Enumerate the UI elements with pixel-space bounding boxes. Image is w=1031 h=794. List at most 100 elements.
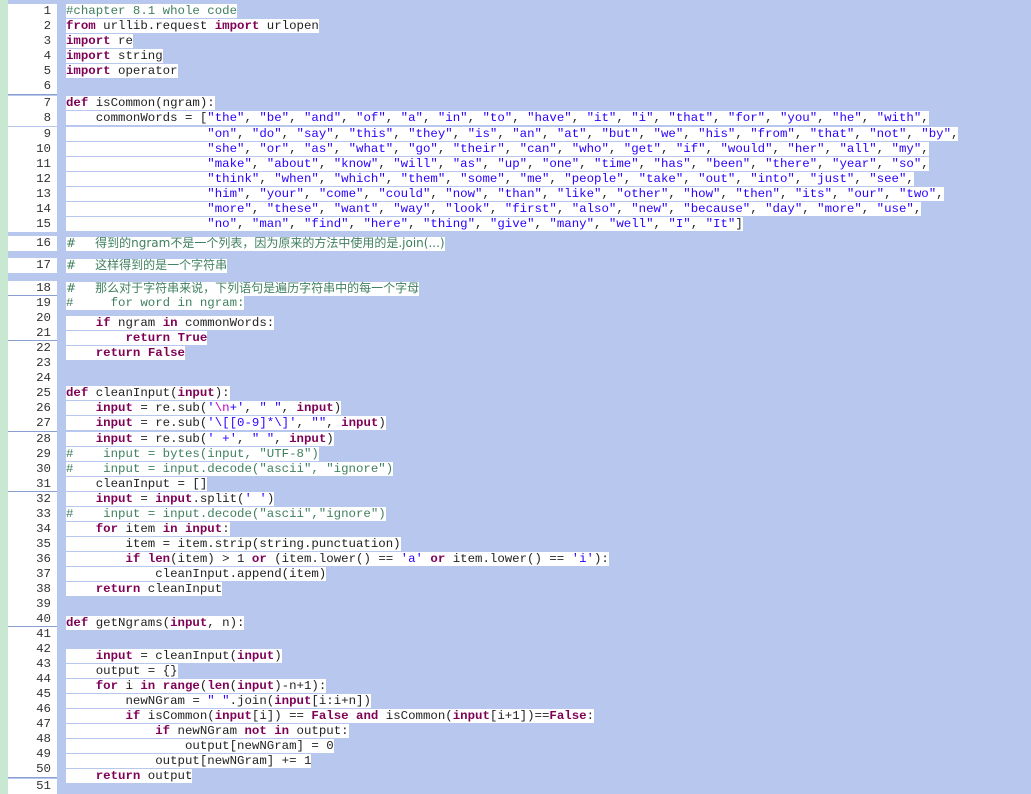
code-line[interactable]: for i in range(len(input)-n+1):: [66, 679, 327, 694]
line-number: 6: [8, 79, 57, 94]
line-number: 4: [8, 49, 57, 64]
code-line[interactable]: # input = bytes(input, "UTF-8"): [66, 447, 319, 462]
code-line[interactable]: commonWords = ["the", "be", "and", "of",…: [66, 111, 929, 126]
code-line[interactable]: def getNgrams(input, n):: [66, 616, 245, 631]
code-text: import string: [66, 49, 163, 63]
code-line[interactable]: "think", "when", "which", "them", "some"…: [66, 172, 914, 187]
line-number: 40: [8, 612, 57, 627]
line-number: 45: [8, 687, 57, 702]
code-line[interactable]: # input = input.decode("ascii","ignore"): [66, 507, 386, 522]
line-number: 38: [8, 582, 57, 597]
code-text: "she", "or", "as", "what", "go", "their"…: [66, 142, 929, 156]
line-number: 49: [8, 747, 57, 762]
line-number: 22: [8, 341, 57, 356]
code-line[interactable]: if isCommon(input[i]) == False and isCom…: [66, 709, 595, 724]
code-text: output[newNGram] += 1: [66, 754, 312, 768]
code-line[interactable]: return cleanInput: [66, 582, 223, 597]
code-line[interactable]: item = item.strip(string.punctuation): [66, 537, 401, 552]
code-line[interactable]: input = re.sub('\[[0-9]*\]', "", input): [66, 416, 386, 431]
line-number: 47: [8, 717, 57, 732]
line-number: 14: [8, 202, 57, 217]
code-line[interactable]: import operator: [66, 64, 178, 79]
code-line[interactable]: "no", "man", "find", "here", "thing", "g…: [66, 217, 743, 232]
line-number: 17: [8, 258, 57, 273]
code-line[interactable]: output[newNGram] += 1: [66, 754, 312, 769]
code-text: def isCommon(ngram):: [66, 96, 215, 110]
line-number: 33: [8, 507, 57, 522]
line-number: 26: [8, 401, 57, 416]
code-line[interactable]: "more", "these", "want", "way", "look", …: [66, 202, 922, 217]
line-number: 32: [8, 492, 57, 507]
line-number: 36: [8, 552, 57, 567]
code-line[interactable]: input = cleanInput(input): [66, 649, 282, 664]
code-line[interactable]: def isCommon(ngram):: [66, 96, 215, 111]
line-number: 35: [8, 537, 57, 552]
code-line[interactable]: newNGram = " ".join(input[i:i+n]): [66, 694, 371, 709]
code-line[interactable]: # 这样得到的是一个字符串: [66, 258, 228, 273]
code-text: input = re.sub('\[[0-9]*\]', "", input): [66, 416, 386, 430]
line-number: 20: [8, 311, 57, 326]
code-text: input = re.sub('\n+', " ", input): [66, 401, 342, 415]
code-text: input = input.split(' '): [66, 492, 275, 506]
code-line[interactable]: import string: [66, 49, 163, 64]
line-number: 28: [8, 432, 57, 447]
code-line[interactable]: "him", "your", "come", "could", "now", "…: [66, 187, 944, 202]
code-line[interactable]: # 得到的ngram不是一个列表，因为原来的方法中使用的是.join(...): [66, 236, 445, 251]
line-number: 13: [8, 187, 57, 202]
code-line[interactable]: for item in input:: [66, 522, 230, 537]
line-number: 25: [8, 386, 57, 401]
code-line[interactable]: cleanInput = []: [66, 477, 208, 492]
line-number: 34: [8, 522, 57, 537]
code-line[interactable]: import re: [66, 34, 133, 49]
code-text: #chapter 8.1 whole code: [66, 4, 238, 18]
code-editor[interactable]: 1 #chapter 8.1 whole code 2 from urllib.req…: [0, 0, 1031, 794]
code-line[interactable]: #chapter 8.1 whole code: [66, 4, 238, 19]
code-line[interactable]: input = input.split(' '): [66, 492, 275, 507]
code-line[interactable]: cleanInput.append(item): [66, 567, 327, 582]
gutter-separator: [8, 431, 57, 432]
code-line[interactable]: return output: [66, 769, 193, 784]
code-line[interactable]: def cleanInput(input):: [66, 386, 230, 401]
code-line[interactable]: "on", "do", "say", "this", "they", "is",…: [66, 127, 959, 142]
code-text: # 那么对于字符串来说，下列语句是遍历字符串中的每一个字母: [66, 281, 420, 296]
code-text: "him", "your", "come", "could", "now", "…: [66, 187, 944, 201]
code-line[interactable]: "make", "about", "know", "will", "as", "…: [66, 157, 929, 172]
code-text: commonWords = ["the", "be", "and", "of",…: [66, 111, 929, 125]
code-text: # input = input.decode("ascii","ignore"): [66, 507, 386, 521]
code-line[interactable]: # for word in ngram:: [66, 296, 245, 311]
line-number: 29: [8, 447, 57, 462]
line-number: 1: [8, 4, 57, 19]
line-number: 12: [8, 172, 57, 187]
code-line[interactable]: input = re.sub(' +', " ", input): [66, 432, 334, 447]
gutter-separator: [8, 491, 57, 492]
code-line[interactable]: output = {}: [66, 664, 178, 679]
line-number: 21: [8, 326, 57, 341]
line-number: 27: [8, 416, 57, 431]
code-line[interactable]: input = re.sub('\n+', " ", input): [66, 401, 342, 416]
code-line[interactable]: "she", "or", "as", "what", "go", "their"…: [66, 142, 929, 157]
code-line[interactable]: if newNGram not in output:: [66, 724, 349, 739]
code-line[interactable]: return True: [66, 331, 208, 346]
code-text: def getNgrams(input, n):: [66, 616, 245, 630]
line-number: 18: [8, 281, 57, 296]
line-number: 8: [8, 111, 57, 126]
code-line[interactable]: # 那么对于字符串来说，下列语句是遍历字符串中的每一个字母: [66, 281, 420, 296]
code-line[interactable]: return False: [66, 346, 185, 361]
code-line[interactable]: output[newNGram] = 0: [66, 739, 334, 754]
code-text: "no", "man", "find", "here", "thing", "g…: [66, 217, 743, 231]
code-text: import re: [66, 34, 133, 48]
line-number: 5: [8, 64, 57, 79]
code-line[interactable]: if ngram in commonWords:: [66, 316, 275, 331]
code-text: # for word in ngram:: [66, 296, 245, 310]
code-line[interactable]: # input = input.decode("ascii", "ignore"…: [66, 462, 394, 477]
gutter-separator: [8, 626, 57, 627]
code-text: newNGram = " ".join(input[i:i+n]): [66, 694, 371, 708]
code-text: if isCommon(input[i]) == False and isCom…: [66, 709, 595, 723]
line-number: 42: [8, 642, 57, 657]
line-number: 46: [8, 702, 57, 717]
line-number: 37: [8, 567, 57, 582]
code-line[interactable]: if len(item) > 1 or (item.lower() == 'a'…: [66, 552, 609, 567]
code-text: output[newNGram] = 0: [66, 739, 334, 753]
gutter-separator: [8, 777, 57, 778]
code-line[interactable]: from urllib.request import urlopen: [66, 19, 319, 34]
